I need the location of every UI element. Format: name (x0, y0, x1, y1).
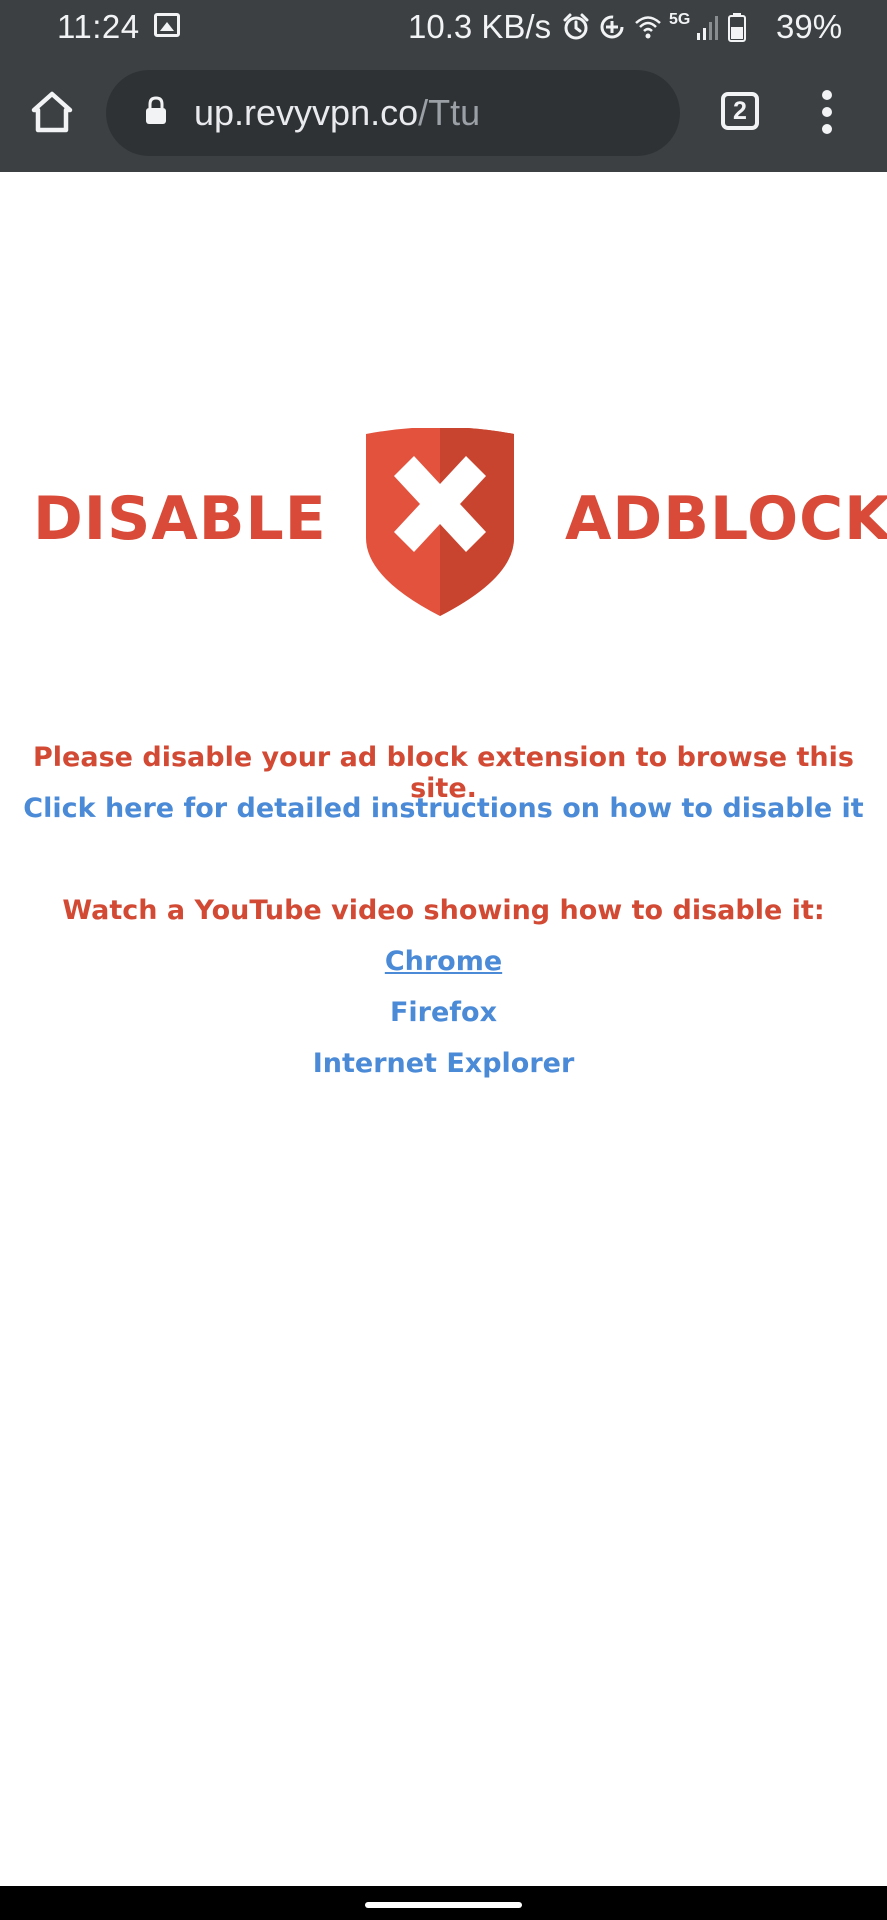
gallery-notification-icon (154, 13, 180, 37)
tab-count: 2 (733, 96, 747, 125)
banner-disable-text: DISABLE (33, 484, 327, 554)
video-heading: Watch a YouTube video showing how to dis… (62, 895, 825, 926)
instructions-link[interactable]: Click here for detailed instructions on … (0, 793, 887, 824)
battery-percent: 39% (776, 8, 843, 45)
shield-x-icon (366, 428, 514, 616)
status-bar: 11:24 10.3 KB/s 5G 39% (0, 0, 887, 56)
data-saver-icon (600, 15, 624, 39)
signal-icon (697, 16, 719, 40)
battery-icon (728, 13, 747, 42)
banner-adblock-text: ADBLOCK (565, 484, 887, 554)
chrome-video-link[interactable]: Chrome (0, 946, 887, 977)
more-vert-icon[interactable] (815, 90, 839, 134)
url-text[interactable]: up.revyvpn.co/Ttu (194, 92, 480, 134)
address-bar[interactable]: up.revyvpn.co/Ttu (106, 70, 680, 156)
disable-adblock-banner: DISABLE ADBLOCK (0, 428, 887, 628)
tab-switcher-button[interactable]: 2 (721, 92, 759, 130)
url-path: /Ttu (418, 92, 481, 133)
status-icons: 5G (561, 10, 747, 44)
firefox-video-link[interactable]: Firefox (0, 997, 887, 1028)
network-type: 5G (669, 11, 691, 28)
lock-icon[interactable] (144, 96, 168, 126)
navigation-bar (0, 1886, 887, 1920)
internet-explorer-video-link[interactable]: Internet Explorer (0, 1048, 887, 1079)
wifi-icon (635, 16, 661, 39)
alarm-icon (563, 13, 589, 40)
status-time: 11:24 (57, 8, 140, 45)
url-domain: up.revyvpn.co (194, 92, 419, 133)
network-speed: 10.3 KB/s (408, 8, 552, 45)
home-gesture-handle[interactable] (365, 1902, 522, 1908)
home-icon[interactable] (28, 88, 76, 136)
browser-toolbar: up.revyvpn.co/Ttu 2 (0, 56, 887, 172)
web-page: DISABLE ADBLOCK Please disable your ad b… (0, 172, 887, 1886)
